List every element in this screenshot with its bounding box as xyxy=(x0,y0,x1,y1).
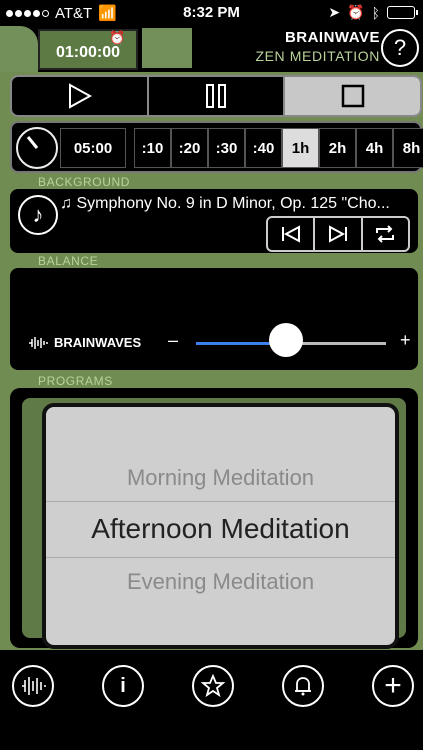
balance-panel: BRAINWAVES – + xyxy=(10,268,418,370)
info-icon[interactable]: i xyxy=(102,665,144,707)
balance-slider-fill xyxy=(196,342,276,345)
bluetooth-icon: ᛒ xyxy=(371,4,380,21)
time-option[interactable]: 1h xyxy=(282,128,319,168)
waveform-small-icon xyxy=(29,336,48,349)
programs-label: PROGRAMS xyxy=(38,374,113,388)
previous-icon xyxy=(281,225,300,243)
alarm-icon: ⏰ xyxy=(347,4,365,20)
plus-icon[interactable]: + xyxy=(372,665,414,707)
time-option[interactable]: :20 xyxy=(171,128,208,168)
brainwaves-label: BRAINWAVES xyxy=(54,335,142,350)
picker-divider-top xyxy=(46,501,395,502)
previous-track-button[interactable] xyxy=(268,218,316,250)
waveform-icon[interactable] xyxy=(12,665,54,707)
header-left-cap xyxy=(0,26,38,72)
next-icon xyxy=(328,225,347,243)
background-panel: ♪ ♫ Symphony No. 9 in D Minor, Op. 125 "… xyxy=(10,189,418,253)
status-right: ➤ ⏰ ᛒ xyxy=(328,4,418,21)
repeat-icon xyxy=(376,225,395,243)
transport-controls xyxy=(10,75,422,117)
play-button[interactable] xyxy=(12,77,149,115)
battery-icon xyxy=(387,6,418,19)
next-track-button[interactable] xyxy=(315,218,363,250)
time-option[interactable]: 4h xyxy=(356,128,393,168)
pause-button[interactable] xyxy=(149,77,286,115)
minus-label: – xyxy=(168,330,179,350)
help-button[interactable]: ? xyxy=(381,29,419,67)
balance-label: BALANCE xyxy=(38,254,99,268)
stop-icon xyxy=(341,84,364,108)
alarm-clock-icon: ⏰ xyxy=(109,30,126,45)
time-option[interactable]: 8h xyxy=(393,128,423,168)
brand-line2: ZEN MEDITATION xyxy=(255,48,380,64)
plus-label: + xyxy=(400,330,411,350)
track-title: ♫ Symphony No. 9 in D Minor, Op. 125 "Ch… xyxy=(60,195,390,212)
clock-dial-icon[interactable] xyxy=(16,127,58,169)
repeat-button[interactable] xyxy=(363,218,408,250)
background-label: BACKGROUND xyxy=(38,175,131,189)
program-option-morning[interactable]: Morning Meditation xyxy=(46,465,395,491)
time-option[interactable]: :30 xyxy=(208,128,245,168)
timer-row: 05:00 :10:20:30:40 1h 2h 4h 8h xyxy=(10,121,423,173)
program-option-evening[interactable]: Evening Meditation xyxy=(46,569,395,595)
status-bar: AT&T 📶 8:32 PM ➤ ⏰ ᛒ xyxy=(0,0,423,26)
time-option[interactable]: :10 xyxy=(134,128,171,168)
stop-button[interactable] xyxy=(285,77,420,115)
brand: BRAINWAVE ZEN MEDITATION xyxy=(200,26,380,70)
track-name: Symphony No. 9 in D Minor, Op. 125 "Cho.… xyxy=(76,195,390,212)
brand-line1: BRAINWAVE xyxy=(284,29,380,46)
location-icon: ➤ xyxy=(328,4,341,20)
pause-icon xyxy=(206,84,226,108)
play-icon xyxy=(69,83,93,109)
time-option[interactable]: 2h xyxy=(319,128,356,168)
duration-display[interactable]: 05:00 xyxy=(60,128,126,168)
music-note-icon[interactable]: ♪ xyxy=(18,195,58,235)
bell-icon[interactable] xyxy=(282,665,324,707)
star-icon[interactable] xyxy=(192,665,234,707)
balance-slider-thumb[interactable] xyxy=(269,323,303,357)
picker-divider-bottom xyxy=(46,557,395,558)
track-controls xyxy=(266,216,410,252)
brainwaves-label-group: BRAINWAVES xyxy=(28,335,141,350)
program-option-afternoon[interactable]: Afternoon Meditation xyxy=(46,513,395,545)
header-green-block xyxy=(142,28,192,68)
time-option[interactable]: :40 xyxy=(245,128,282,168)
program-picker[interactable]: Morning Meditation Afternoon Meditation … xyxy=(42,403,399,649)
